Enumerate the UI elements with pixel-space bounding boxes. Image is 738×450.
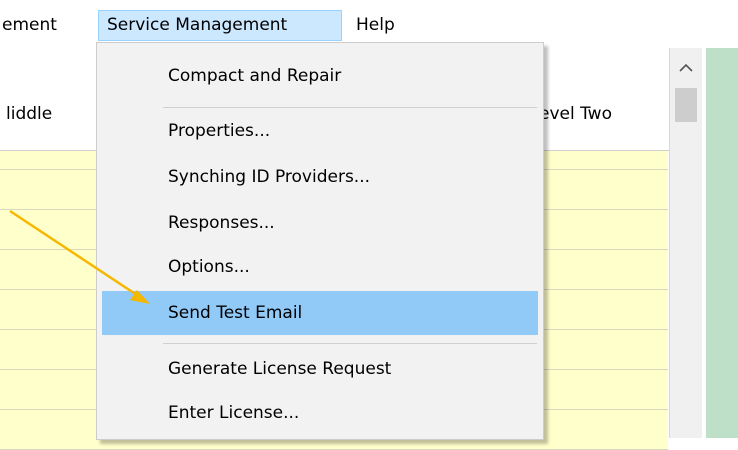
menu-separator xyxy=(163,343,537,344)
chevron-up-icon[interactable] xyxy=(670,48,702,88)
menu-item-responses[interactable]: Responses... xyxy=(102,203,538,243)
menu-separator xyxy=(163,107,537,108)
menu-item-generate-license-request[interactable]: Generate License Request xyxy=(102,349,538,389)
column-header-label: evel Two xyxy=(539,104,612,124)
menu-item-label: Generate License Request xyxy=(168,359,392,379)
menu-item-options[interactable]: Options... xyxy=(102,247,538,287)
menu-service-management[interactable]: Service Management xyxy=(98,10,342,41)
menu-item-label: Synching ID Providers... xyxy=(168,167,371,187)
menu-management[interactable]: ement xyxy=(2,11,57,39)
service-management-dropdown: Compact and Repair Properties... Synchin… xyxy=(96,42,544,440)
menu-item-label: Properties... xyxy=(168,121,271,141)
vertical-scrollbar[interactable] xyxy=(669,48,702,438)
menu-item-send-test-email[interactable]: Send Test Email xyxy=(102,291,538,335)
menu-item-compact-and-repair[interactable]: Compact and Repair xyxy=(102,56,538,96)
menu-item-label: Options... xyxy=(168,257,250,277)
column-header-level-two[interactable]: evel Two xyxy=(535,48,670,151)
menu-item-label: Send Test Email xyxy=(168,303,303,323)
column-header-label: liddle xyxy=(6,104,53,124)
menu-item-label: Responses... xyxy=(168,213,275,233)
menu-item-synching-id-providers[interactable]: Synching ID Providers... xyxy=(102,157,538,197)
menu-item-label: Enter License... xyxy=(168,403,300,423)
menu-bar: ement Service Management Help xyxy=(0,0,738,48)
menu-help[interactable]: Help xyxy=(356,11,395,39)
menu-item-enter-license[interactable]: Enter License... xyxy=(102,393,538,433)
scrollbar-thumb[interactable] xyxy=(675,88,697,122)
menu-item-properties[interactable]: Properties... xyxy=(102,111,538,151)
menu-item-label: Compact and Repair xyxy=(168,66,342,86)
